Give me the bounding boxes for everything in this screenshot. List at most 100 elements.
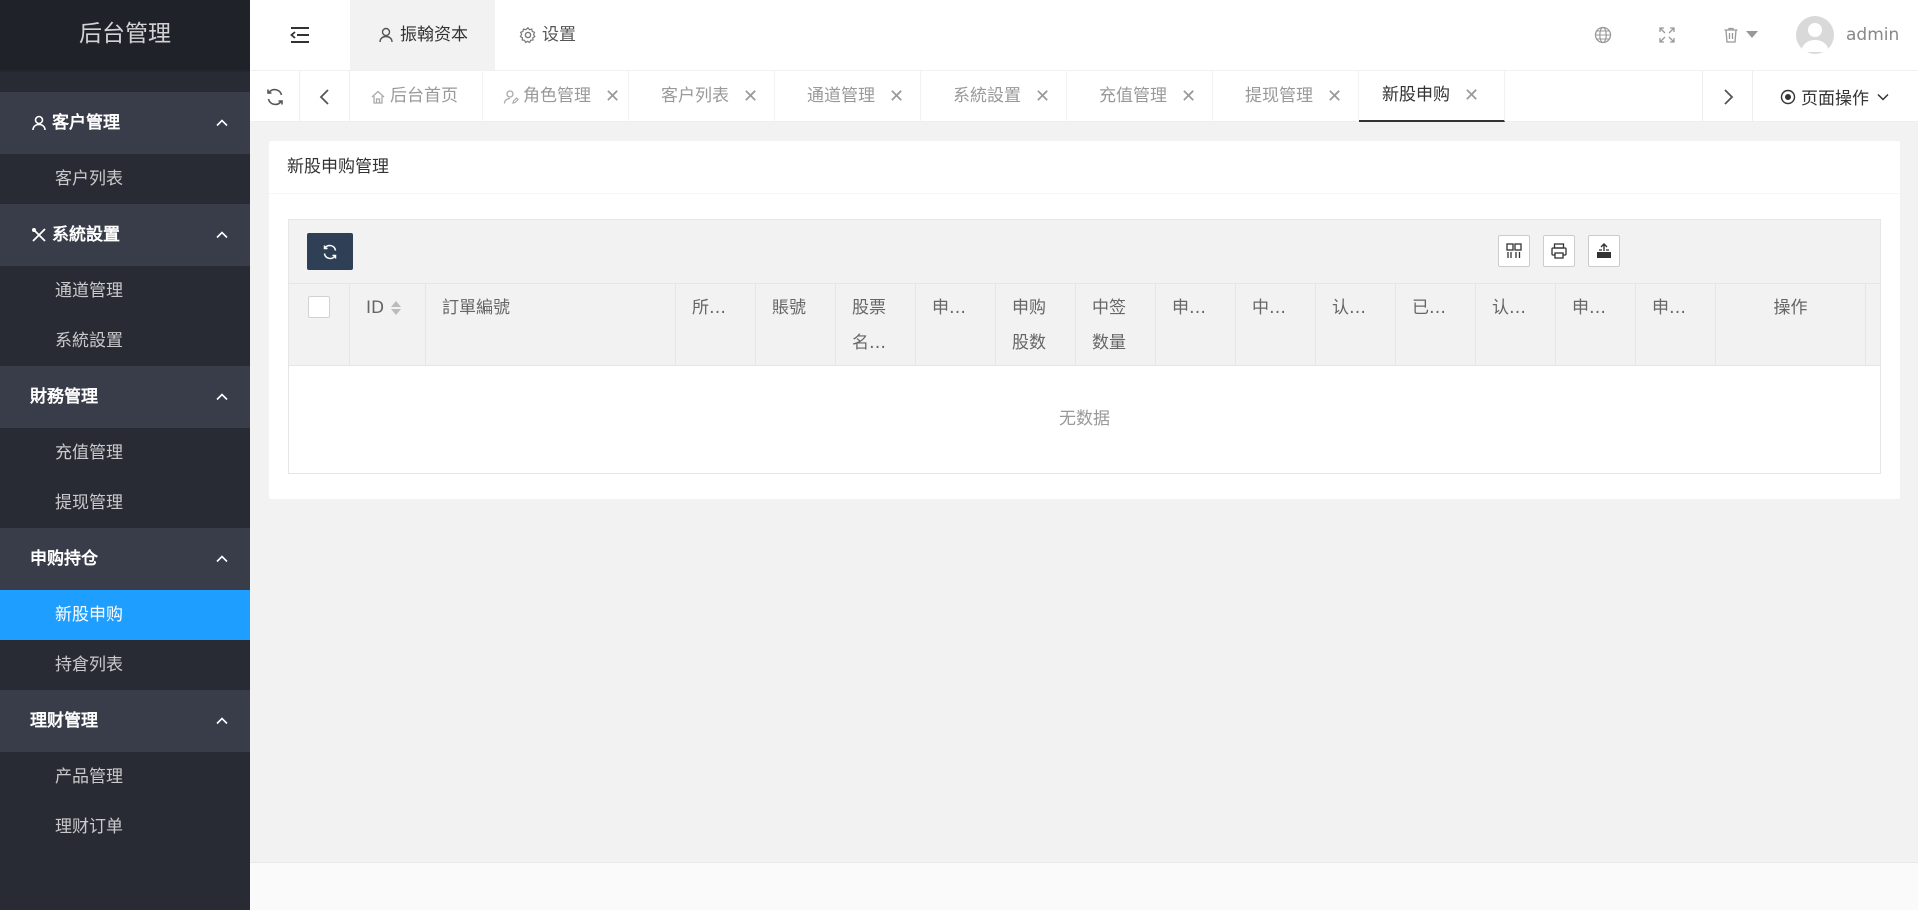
sort-icon[interactable] (390, 300, 402, 316)
sidebar-item-products[interactable]: 产品管理 (0, 752, 250, 802)
table-header-cell: 申… (1636, 284, 1716, 366)
column-label: 申… (1652, 298, 1686, 318)
sidebar-group-finance[interactable]: 財務管理 (0, 366, 250, 428)
sidebar-group-system[interactable]: 系統設置 (0, 204, 250, 266)
footer (250, 862, 1918, 910)
app-logo[interactable]: 后台管理 (0, 0, 250, 70)
close-icon[interactable]: ✕ (1035, 71, 1050, 122)
sidebar-group-subscription[interactable]: 申购持仓 (0, 528, 250, 590)
tabs-bar: 后台首页 角色管理 ✕ 客户列表 ✕ 通道管理 ✕ 系統設置 ✕ 充值管理 ✕ … (250, 71, 1918, 122)
top-nav-settings[interactable]: 设置 (495, 0, 600, 70)
tab-label: 提现管理 (1245, 86, 1313, 106)
select-all-checkbox[interactable] (308, 296, 330, 318)
sidebar-item-wealth-orders[interactable]: 理财订单 (0, 802, 250, 852)
tab-channel[interactable]: 通道管理 ✕ (775, 71, 921, 122)
caret-down-icon (1746, 31, 1758, 38)
close-icon[interactable]: ✕ (605, 71, 620, 122)
print-icon[interactable] (1543, 235, 1575, 267)
table-header: ID 訂單編號 所… 賬號 股票 名… 申… 申购 股数 中签 数量 申… 中…… (289, 284, 1880, 366)
sidebar-item-holdings[interactable]: 持倉列表 (0, 640, 250, 690)
sidebar-item-withdraw[interactable]: 提现管理 (0, 478, 250, 528)
fullscreen-icon[interactable] (1658, 26, 1676, 44)
close-icon[interactable]: ✕ (1327, 71, 1342, 122)
sidebar-item-ipo-subscription[interactable]: 新股申购 (0, 590, 250, 640)
tab-label: 通道管理 (807, 86, 875, 106)
columns-filter-icon[interactable] (1498, 235, 1530, 267)
table-header-cell: 申… (1556, 284, 1636, 366)
sidebar-group-wealth[interactable]: 理财管理 (0, 690, 250, 752)
table-header-cell[interactable]: ID (350, 284, 426, 366)
close-icon[interactable]: ✕ (743, 71, 758, 122)
column-label: 申购 (1012, 298, 1046, 318)
tab-prev-icon[interactable] (300, 71, 350, 122)
table-header-cell: 申… (916, 284, 996, 366)
tab-label: 角色管理 (523, 86, 591, 106)
tab-next-icon[interactable] (1702, 71, 1752, 122)
tab-label: 充值管理 (1099, 86, 1167, 106)
tab-ipo-subscription[interactable]: 新股申购 ✕ (1359, 71, 1505, 122)
sidebar-group-label: 系統設置 (52, 225, 120, 245)
table-header-cell (289, 284, 350, 366)
column-label: 数量 (1092, 333, 1126, 353)
page-operations-dropdown[interactable]: 页面操作 (1752, 71, 1918, 122)
table-header-cell: 所… (676, 284, 756, 366)
column-label: 申… (1572, 298, 1606, 318)
chevron-up-icon (214, 204, 230, 266)
column-label: 中… (1252, 298, 1286, 318)
trash-dropdown[interactable] (1722, 26, 1758, 44)
tab-list: 后台首页 角色管理 ✕ 客户列表 ✕ 通道管理 ✕ 系統設置 ✕ 充值管理 ✕ … (350, 71, 1505, 122)
column-label: 賬號 (772, 298, 806, 318)
user-edit-icon (503, 89, 519, 104)
tools-icon (30, 226, 48, 244)
sidebar-group-customer[interactable]: 客户管理 (0, 92, 250, 154)
column-label: 股票 (852, 298, 886, 318)
tab-label: 新股申购 (1382, 85, 1450, 105)
table-header-cell: 操作 (1716, 284, 1866, 366)
avatar[interactable] (1796, 16, 1834, 54)
table-header-cell: 中签 数量 (1076, 284, 1156, 366)
tab-customer-list[interactable]: 客户列表 ✕ (629, 71, 775, 122)
user-icon (30, 114, 48, 132)
tab-label: 客户列表 (661, 86, 729, 106)
column-label: 股数 (1012, 333, 1046, 353)
username[interactable]: admin (1846, 25, 1918, 45)
close-icon[interactable]: ✕ (1464, 70, 1479, 121)
sidebar-group-label: 財務管理 (30, 387, 98, 407)
top-nav-label: 设置 (542, 25, 576, 45)
user-icon (379, 27, 393, 43)
home-icon (371, 90, 385, 104)
column-label: ID (366, 298, 385, 318)
column-label: 申… (932, 298, 966, 318)
refresh-button[interactable] (307, 233, 353, 270)
menu-toggle-icon[interactable] (250, 0, 350, 70)
top-header: 振翰资本 设置 admin (250, 0, 1918, 71)
sidebar-item-system-settings[interactable]: 系統設置 (0, 316, 250, 366)
close-icon[interactable]: ✕ (889, 71, 904, 122)
export-icon[interactable] (1588, 235, 1620, 267)
chevron-up-icon (214, 366, 230, 428)
tab-role-management[interactable]: 角色管理 ✕ (483, 71, 629, 122)
sidebar-group-label: 理财管理 (30, 711, 98, 731)
sidebar-item-recharge[interactable]: 充值管理 (0, 428, 250, 478)
top-nav-company[interactable]: 振翰资本 (350, 0, 495, 70)
table-header-cell: 中… (1236, 284, 1316, 366)
tab-recharge[interactable]: 充值管理 ✕ (1067, 71, 1213, 122)
tab-withdraw[interactable]: 提现管理 ✕ (1213, 71, 1359, 122)
data-table: ID 訂單編號 所… 賬號 股票 名… 申… 申购 股数 中签 数量 申… 中…… (288, 219, 1881, 474)
table-header-cell: 賬號 (756, 284, 836, 366)
tab-home[interactable]: 后台首页 (350, 71, 483, 122)
sidebar-item-channel[interactable]: 通道管理 (0, 266, 250, 316)
tab-label: 系統設置 (953, 86, 1021, 106)
refresh-tab-icon[interactable] (250, 71, 300, 122)
tab-system-settings[interactable]: 系統設置 ✕ (921, 71, 1067, 122)
globe-icon[interactable] (1594, 26, 1612, 44)
close-icon[interactable]: ✕ (1181, 71, 1196, 122)
table-header-cell: 申购 股数 (996, 284, 1076, 366)
sidebar-menu: 客户管理 客户列表 系統設置 通道管理 系統設置 財務管理 充值管理 提现管理 (0, 92, 250, 852)
column-label: 认… (1492, 298, 1526, 318)
column-label: 认… (1332, 298, 1366, 318)
column-label: 操作 (1773, 298, 1808, 318)
sidebar: 后台管理 客户管理 客户列表 系統設置 通道管理 系統設置 財務管理 充值管理 … (0, 0, 250, 910)
sidebar-item-customer-list[interactable]: 客户列表 (0, 154, 250, 204)
empty-state: 无数据 (289, 366, 1880, 472)
